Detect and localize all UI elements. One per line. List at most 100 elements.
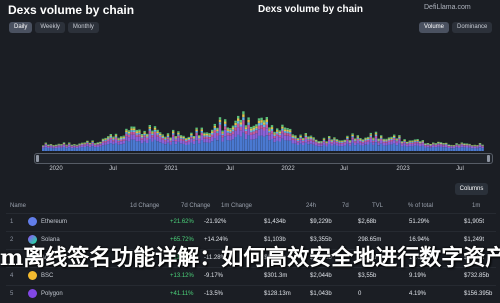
chart-area-mark [185,141,187,143]
table-row[interactable]: 1 Ethereum +21.62% -21.92% $1,434b $9,22… [6,213,496,231]
chart-area-mark [151,142,153,152]
chart-area-mark [419,142,421,143]
chart-area-mark [177,131,179,133]
chart-area-mark [422,144,424,146]
tab-monthly[interactable]: Monthly [68,22,99,33]
chart-area-mark [52,146,54,147]
header-percent-total[interactable]: % of total [408,203,433,209]
chart-area-mark [149,131,151,134]
chart-area-mark [86,141,88,142]
range-handle-left[interactable] [36,155,39,162]
chart-area-mark [284,129,286,131]
chart-area-mark [219,125,221,129]
chart-area-mark [211,133,213,135]
tab-weekly[interactable]: Weekly [35,22,65,33]
chart-area-mark [294,135,296,136]
tvl-value: 298.65m [358,237,381,243]
chart-area-mark [424,146,426,148]
columns-button[interactable]: Columns [455,183,488,195]
chart-area-mark [94,143,96,144]
header-name[interactable]: Name [10,203,26,209]
range-scrollbar[interactable] [34,153,493,164]
chart-area-mark [260,125,262,129]
header-1m[interactable]: 1m [472,203,480,209]
x-tick: 2022 [281,166,294,172]
chart-area-mark [115,138,117,140]
chain-name[interactable]: Solana [41,237,60,243]
chart-area-mark [401,141,403,142]
chart-area-mark [138,141,140,151]
chart-area-mark [253,130,255,132]
chart-area-mark [55,147,57,148]
chart-area-mark [380,139,382,141]
chart-area-mark [307,137,309,138]
chart-area-mark [305,133,307,134]
chain-name[interactable]: BSC [41,273,53,279]
tab-volume[interactable]: Volume [419,22,449,33]
chart-area-mark [125,130,127,132]
header-1m-change[interactable]: 1m Change [221,203,252,209]
chart-area-mark [416,141,418,142]
chart-area-mark [390,142,392,145]
chart-area-mark [481,145,483,146]
chart-area-mark [78,145,80,146]
chain-name[interactable]: Ethereum [41,219,67,225]
header-7d[interactable]: 7d [342,203,349,209]
range-handle-right[interactable] [487,155,490,162]
chart-area-mark [349,146,351,151]
chart-area-mark [91,141,93,142]
chart-area-mark [297,145,299,151]
chart-area-mark [463,144,465,145]
chart-area-mark [102,139,104,140]
chart-area-mark [289,141,291,151]
chart-area-mark [120,140,122,142]
chart-area-mark [180,136,182,137]
tab-dominance[interactable]: Dominance [452,22,492,33]
chart-area-mark [104,141,106,143]
chart-area-mark [401,143,403,144]
chart-area-mark [375,136,377,138]
tab-daily[interactable]: Daily [9,22,32,33]
table-row[interactable]: 5 Polygon +41.11% -13.5% $128.13m $1,043… [6,285,496,303]
header-tvl[interactable]: TVL [372,203,383,209]
chart-area-mark [123,138,125,139]
chart-area-mark [367,139,369,140]
header-24h[interactable]: 24h [306,203,316,209]
chart-area-mark [190,143,192,152]
chart-area-mark [71,146,73,147]
chart-area-mark [208,134,210,135]
chart-area-mark [294,144,296,151]
chart-area-mark [266,135,268,151]
chart-area-mark [133,128,135,130]
chart-area-mark [315,146,317,151]
chart-area-mark [60,144,62,145]
chain-name[interactable]: Polygon [41,291,63,297]
chart-area-mark [323,145,325,151]
chart-area-mark [182,138,184,139]
header-1d-change[interactable]: 1d Change [130,203,159,209]
chart-area-mark [78,144,80,145]
chart-area-mark [182,139,184,141]
chart-area-mark [461,145,463,147]
row-number: 2 [10,237,13,243]
chart-area-mark [432,147,434,151]
chart-area-mark [315,142,317,143]
chart-area-mark [68,143,70,144]
chart-area-mark [297,140,299,141]
header-7d-change[interactable]: 7d Change [181,203,210,209]
chart-area-mark [242,111,244,114]
row-number: 4 [10,273,13,279]
chart-area-mark [89,144,91,145]
chart-area-mark [112,140,114,142]
chart-area-mark [188,139,190,140]
chart-area-mark [266,122,268,125]
row-number: 5 [10,291,13,297]
chart-area-mark [427,147,429,151]
chart-area-mark [206,134,208,135]
chart-area-mark [86,144,88,146]
chart-area-mark [474,147,476,148]
chart-area-mark [357,136,359,137]
chart-area-mark [227,128,229,130]
dominance-value: 4.19% [409,291,426,297]
chart-area-mark [461,144,463,145]
